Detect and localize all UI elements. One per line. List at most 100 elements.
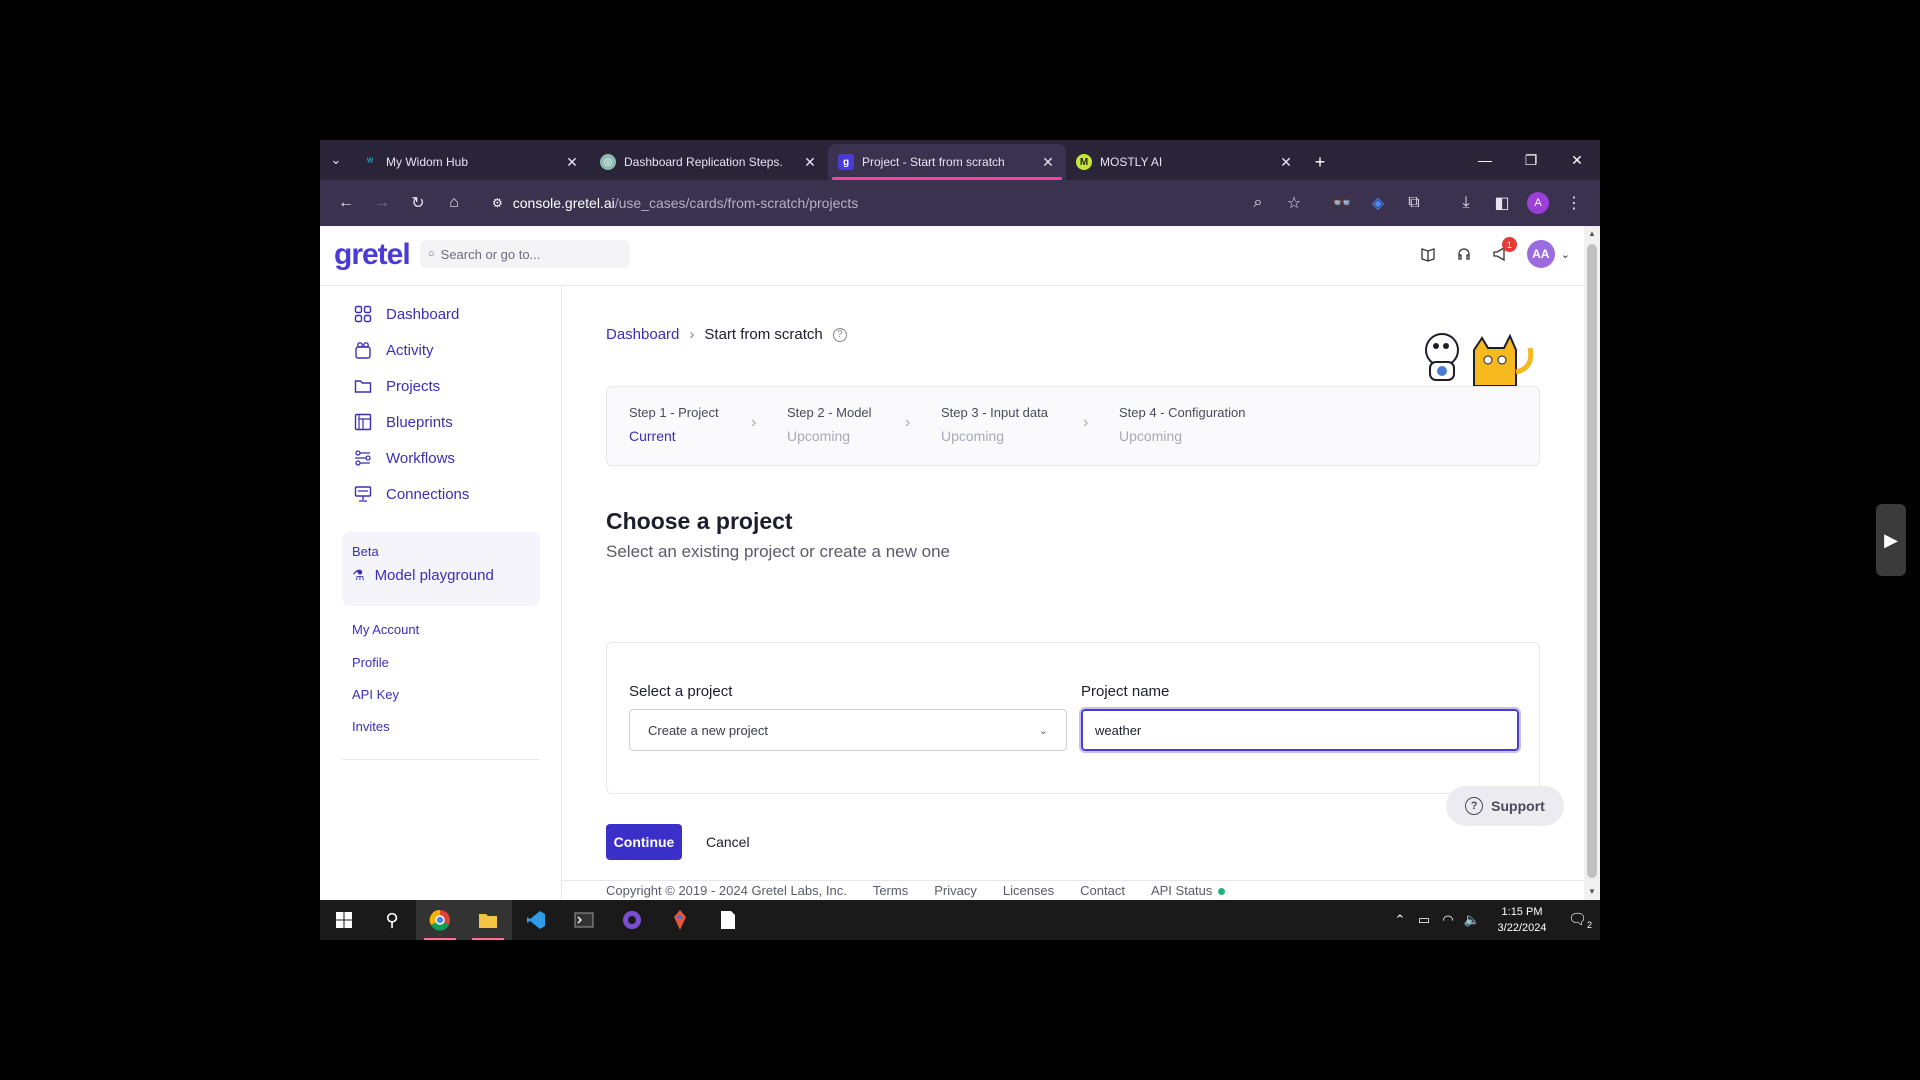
step-status: Upcoming xyxy=(787,428,851,444)
step-status: Upcoming xyxy=(1119,428,1183,444)
tab-search-button[interactable]: ⌄ xyxy=(320,140,352,180)
continue-button[interactable]: Continue xyxy=(606,824,682,860)
chrome-icon[interactable] xyxy=(416,900,464,940)
user-menu[interactable]: AA ⌄ xyxy=(1526,240,1570,268)
notification-count: 2 xyxy=(1587,920,1593,930)
notification-badge: 1 xyxy=(1501,237,1517,252)
notification-center-icon[interactable]: 🗨2 xyxy=(1560,910,1600,930)
sidebar-item-dashboard[interactable]: Dashboard xyxy=(320,296,561,332)
restore-icon[interactable]: ❐ xyxy=(1508,140,1554,180)
sidebar-item-workflows[interactable]: Workflows xyxy=(320,440,561,476)
terminal-icon[interactable] xyxy=(560,900,608,940)
scroll-down-icon[interactable]: ▼ xyxy=(1584,884,1600,900)
select-project-label: Select a project xyxy=(629,683,733,700)
step-title: Step 4 - Configuration xyxy=(1119,405,1246,420)
announcements-icon[interactable]: 1 xyxy=(1491,237,1517,263)
browser-tab[interactable]: ᵂ My Widom Hub ✕ xyxy=(352,144,590,180)
search-input[interactable]: ○ Search or go to... xyxy=(420,240,630,268)
gretel-logo[interactable]: gretel xyxy=(334,238,411,272)
docs-book-icon[interactable] xyxy=(1419,245,1437,263)
sidebar-item-label: Workflows xyxy=(386,449,455,467)
browser-tab[interactable]: M MOSTLY AI ✕ xyxy=(1066,144,1304,180)
sidebar-item-projects[interactable]: Projects xyxy=(320,368,561,404)
project-select[interactable]: Create a new project ⌄ xyxy=(629,709,1067,751)
web-page: gretel ○ Search or go to... 1 AA ⌄ Dashb… xyxy=(320,226,1600,900)
extension-shield-icon[interactable]: ◈ xyxy=(1360,187,1396,219)
windows-taskbar: ⚲ ⌃ ▭ ◠ 🔈 1:15 PM 3/22/2024 🗨2 xyxy=(320,900,1600,940)
sidebar-item-connections[interactable]: Connections xyxy=(320,476,561,512)
site-info-icon[interactable]: ⚙ xyxy=(492,196,503,210)
browser-tab[interactable]: ◎ Dashboard Replication Steps. ✕ xyxy=(590,144,828,180)
taskbar-search-icon[interactable]: ⚲ xyxy=(368,900,416,940)
tab-close-icon[interactable]: ✕ xyxy=(1278,154,1294,171)
tab-close-icon[interactable]: ✕ xyxy=(1040,154,1056,171)
help-icon[interactable]: ? xyxy=(832,327,847,342)
battery-icon[interactable]: ▭ xyxy=(1412,912,1436,928)
footer-link-licenses[interactable]: Licenses xyxy=(1003,883,1054,898)
headset-icon[interactable] xyxy=(1455,245,1473,263)
minimize-icon[interactable]: — xyxy=(1462,140,1508,180)
download-icon[interactable]: ⤓ xyxy=(1448,187,1484,219)
sidebar-item-label: Activity xyxy=(386,341,434,359)
activity-icon xyxy=(352,339,374,361)
support-label: Support xyxy=(1491,798,1545,814)
side-panel-icon[interactable]: ◧ xyxy=(1484,187,1520,219)
chevron-right-icon: › xyxy=(905,414,911,431)
extensions-puzzle-icon[interactable]: ⧉ xyxy=(1396,187,1432,219)
grid-icon xyxy=(352,303,374,325)
bookmark-star-icon[interactable]: ☆ xyxy=(1276,187,1312,219)
zoom-icon[interactable]: ⌕ xyxy=(1240,187,1276,219)
footer-link-terms[interactable]: Terms xyxy=(873,883,908,898)
sidebar-link-api-key[interactable]: API Key xyxy=(352,687,561,719)
footer-link-contact[interactable]: Contact xyxy=(1080,883,1125,898)
tray-chevron-up-icon[interactable]: ⌃ xyxy=(1388,912,1412,928)
extension-glasses-icon[interactable]: 👓 xyxy=(1324,187,1360,219)
sidebar-link-profile[interactable]: Profile xyxy=(352,655,561,687)
clock[interactable]: 1:15 PM 3/22/2024 xyxy=(1484,904,1560,936)
wifi-icon[interactable]: ◠ xyxy=(1436,912,1460,928)
url-host: console.gretel.ai xyxy=(512,195,615,211)
file-explorer-icon[interactable] xyxy=(464,900,512,940)
step-configuration: Step 4 - Configuration Upcoming xyxy=(1119,405,1245,444)
browser-tab-active[interactable]: g Project - Start from scratch ✕ xyxy=(828,144,1066,180)
mascot-illustration xyxy=(1425,333,1534,386)
page-scrollbar[interactable]: ▲ ▼ xyxy=(1584,226,1600,900)
windows-start-icon[interactable] xyxy=(320,900,368,940)
beta-section: Beta ⚗ Model playground xyxy=(342,532,540,606)
new-tab-button[interactable]: + xyxy=(1304,144,1336,180)
cancel-button[interactable]: Cancel xyxy=(706,824,750,860)
forward-icon[interactable]: → xyxy=(364,187,400,219)
paint-icon[interactable] xyxy=(656,900,704,940)
volume-icon[interactable]: 🔈 xyxy=(1460,912,1484,928)
back-icon[interactable]: ← xyxy=(328,187,364,219)
breadcrumb-link-dashboard[interactable]: Dashboard xyxy=(606,326,679,343)
profile-button[interactable]: A xyxy=(1520,187,1556,219)
sidebar-item-activity[interactable]: Activity xyxy=(320,332,561,368)
support-button[interactable]: ? Support xyxy=(1446,786,1564,826)
tab-close-icon[interactable]: ✕ xyxy=(802,154,818,171)
vscode-icon[interactable] xyxy=(512,900,560,940)
blueprint-icon xyxy=(352,411,374,433)
footer-link-privacy[interactable]: Privacy xyxy=(934,883,977,898)
sidebar-link-invites[interactable]: Invites xyxy=(352,719,561,751)
mostly-ai-favicon-icon: M xyxy=(1076,154,1092,170)
github-desktop-icon[interactable] xyxy=(608,900,656,940)
footer-link-api-status[interactable]: API Status xyxy=(1151,883,1226,898)
project-name-input[interactable] xyxy=(1079,707,1521,753)
browser-tab-strip: ⌄ ᵂ My Widom Hub ✕ ◎ Dashboard Replicati… xyxy=(320,140,1600,180)
sidebar-item-blueprints[interactable]: Blueprints xyxy=(320,404,561,440)
window-close-icon[interactable]: ✕ xyxy=(1554,140,1600,180)
home-icon[interactable]: ⌂ xyxy=(436,187,472,219)
browser-menu-icon[interactable]: ⋮ xyxy=(1556,187,1592,219)
step-title: Step 3 - Input data xyxy=(941,405,1048,420)
reload-icon[interactable]: ↻ xyxy=(400,187,436,219)
notepad-icon[interactable] xyxy=(704,900,752,940)
tab-close-icon[interactable]: ✕ xyxy=(564,154,580,171)
step-model: Step 2 - Model Upcoming xyxy=(787,405,872,444)
address-bar[interactable]: ⚙ console.gretel.ai/use_cases/cards/from… xyxy=(480,186,1232,220)
scroll-up-icon[interactable]: ▲ xyxy=(1584,226,1600,242)
side-panel-handle-icon[interactable]: ▶ xyxy=(1876,504,1906,576)
url-path: /use_cases/cards/from-scratch/projects xyxy=(614,195,859,211)
sidebar-item-model-playground[interactable]: ⚗ Model playground xyxy=(352,567,530,584)
scrollbar-thumb[interactable] xyxy=(1587,244,1597,878)
